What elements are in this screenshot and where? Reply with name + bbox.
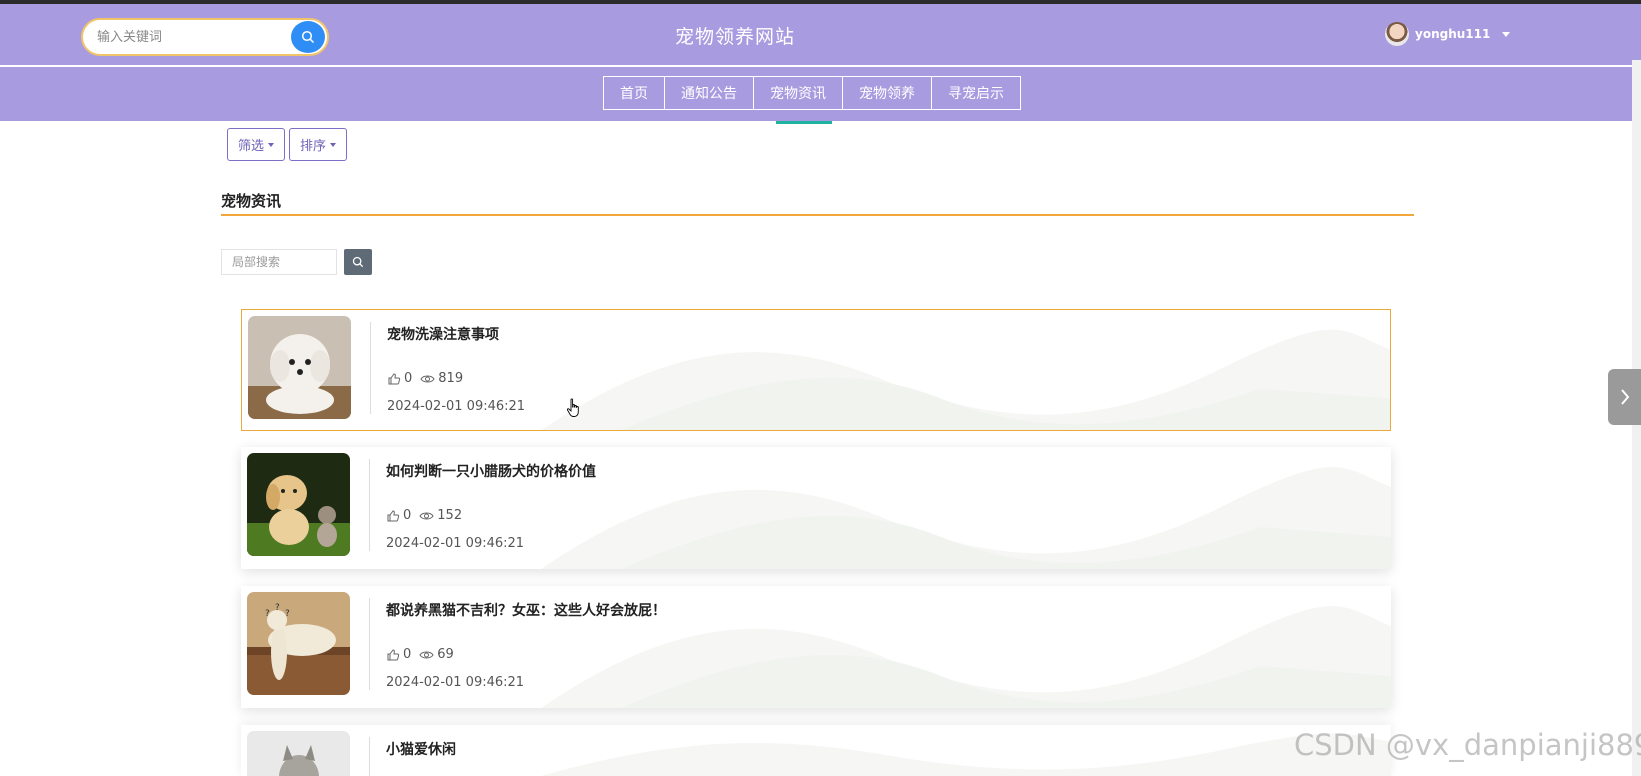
caret-down-icon <box>268 142 275 147</box>
search-icon <box>352 256 364 268</box>
eye-icon <box>419 651 434 658</box>
article-card[interactable]: ??? 都说养黑猫不吉利？女巫：这些人好会放屁！ 0 69 2024-02-01… <box>241 586 1391 708</box>
nav-adoption[interactable]: 宠物领养 <box>842 76 932 110</box>
local-search-input[interactable] <box>221 249 337 275</box>
article-title: 如何判断一只小腊肠犬的价格价值 <box>386 464 596 480</box>
site-title: 宠物领养网站 <box>674 26 795 48</box>
like-count: 0 <box>404 371 413 386</box>
eye-icon <box>419 512 434 519</box>
eye-icon <box>420 375 435 382</box>
sort-label: 排序 <box>300 139 327 154</box>
local-search-button[interactable] <box>344 249 372 275</box>
like-count: 0 <box>403 508 412 523</box>
svg-text:?: ? <box>285 609 290 619</box>
view-count: 69 <box>437 647 454 662</box>
like-count: 0 <box>403 647 412 662</box>
username: yonghu111 <box>1415 27 1491 41</box>
card-divider <box>369 598 370 690</box>
thumbs-up-icon <box>388 372 401 384</box>
filter-row: 筛选 排序 <box>227 128 348 161</box>
article-thumbnail <box>247 453 350 556</box>
card-divider <box>369 737 370 776</box>
filter-dropdown[interactable]: 筛选 <box>227 128 286 161</box>
view-count: 819 <box>438 371 464 386</box>
article-card[interactable]: 宠物洗澡注意事项 0 819 2024-02-01 09:46:21 <box>241 309 1391 431</box>
nav-pet-news[interactable]: 宠物资讯 <box>753 76 843 110</box>
site-header: 宠物领养网站 yonghu111 <box>0 4 1641 65</box>
article-card[interactable]: 如何判断一只小腊肠犬的价格价值 0 152 2024-02-01 09:46:2… <box>241 447 1391 569</box>
article-stats: 0 152 <box>386 508 470 523</box>
sort-dropdown[interactable]: 排序 <box>289 128 348 161</box>
article-thumbnail <box>248 316 351 419</box>
article-stats: 0 69 <box>386 647 462 662</box>
caret-down-icon <box>330 142 337 147</box>
article-date: 2024-02-01 09:46:21 <box>386 536 525 551</box>
hand-cursor-icon <box>566 398 579 417</box>
article-title: 宠物洗澡注意事项 <box>387 327 499 343</box>
section-title: 宠物资讯 <box>221 192 282 210</box>
nav-home[interactable]: 首页 <box>603 76 665 110</box>
side-expand-button[interactable] <box>1608 369 1641 425</box>
section-divider <box>221 214 1414 216</box>
thumbs-up-icon <box>387 648 400 660</box>
nav-lost-pets[interactable]: 寻宠启示 <box>931 76 1021 110</box>
thumbs-up-icon <box>387 509 400 521</box>
main-nav: 首页 通知公告 宠物资讯 宠物领养 寻宠启示 <box>0 67 1641 121</box>
article-thumbnail <box>247 731 350 776</box>
user-menu[interactable]: yonghu111 <box>1385 22 1511 46</box>
nav-notices[interactable]: 通知公告 <box>664 76 754 110</box>
article-title: 都说养黑猫不吉利？女巫：这些人好会放屁！ <box>386 603 666 619</box>
article-thumbnail: ??? <box>247 592 350 695</box>
filter-label: 筛选 <box>238 139 265 154</box>
watermark: CSDN @vx_danpianji889 <box>1294 728 1641 762</box>
nav-active-indicator <box>776 121 832 124</box>
article-date: 2024-02-01 09:46:21 <box>387 399 526 414</box>
article-date: 2024-02-01 09:46:21 <box>386 675 525 690</box>
card-divider <box>369 459 370 551</box>
chevron-right-icon <box>1620 389 1629 405</box>
article-card[interactable]: 小猫爱休闲 <box>241 725 1391 776</box>
svg-text:?: ? <box>275 603 280 613</box>
card-divider <box>370 322 371 414</box>
avatar <box>1385 22 1409 46</box>
article-stats: 0 819 <box>387 371 471 386</box>
view-count: 152 <box>437 508 463 523</box>
caret-down-icon <box>1502 31 1511 37</box>
article-title: 小猫爱休闲 <box>386 742 456 758</box>
svg-text:?: ? <box>265 609 270 619</box>
